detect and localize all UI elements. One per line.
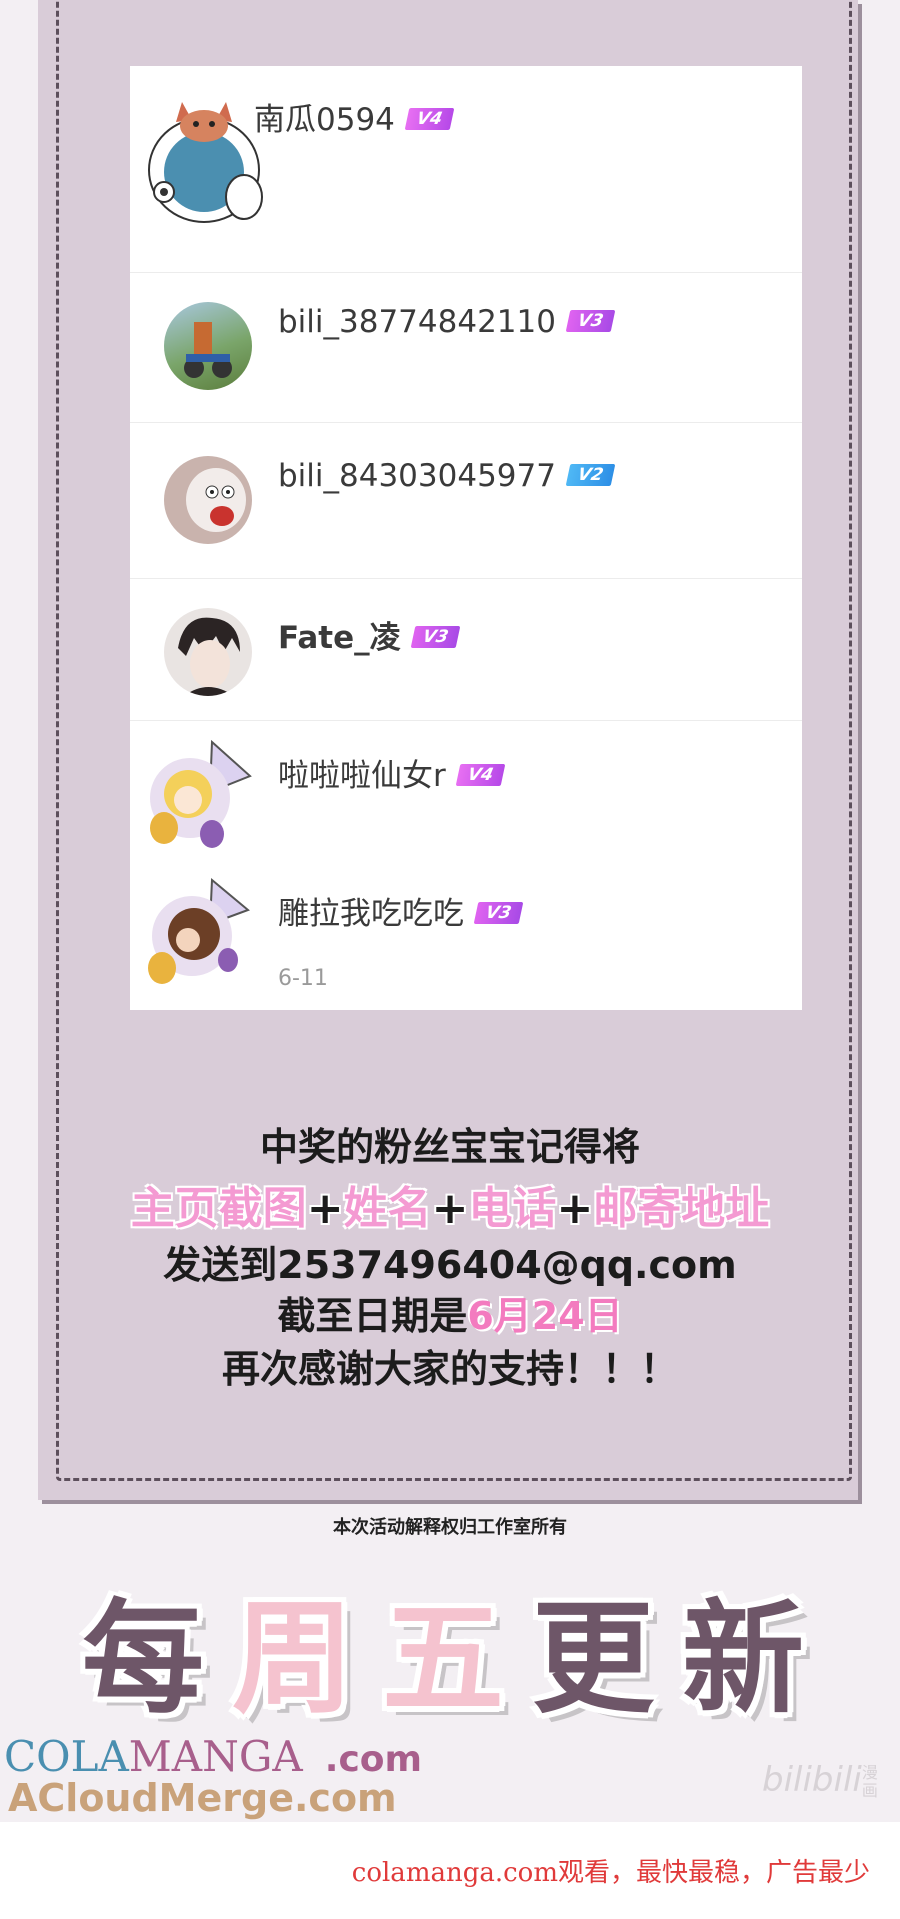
- level-badge: V4: [404, 107, 455, 130]
- plus-sign: +: [431, 1183, 469, 1234]
- level-badge: V3: [473, 901, 524, 924]
- winner-row[interactable]: bili_38774842110 V3: [130, 272, 802, 423]
- plus-sign: +: [556, 1183, 594, 1234]
- notice-line-4: 截至日期是6月24日: [0, 1285, 900, 1340]
- blonde-girl-avatar-icon: [140, 736, 252, 848]
- footer-bar: colamanga.com观看，最快最稳，广告最少: [0, 1822, 900, 1919]
- winner-name: 啦啦啦仙女r V4: [278, 750, 506, 795]
- winner-row[interactable]: 南瓜0594 V4: [130, 66, 802, 273]
- bilibili-logo: bilibili漫画: [762, 1760, 878, 1800]
- requirement-address: 邮寄地址: [593, 1183, 770, 1234]
- deadline-prefix: 截至日期是: [277, 1294, 468, 1338]
- weekly-update-banner: 每 周 五 更 新: [82, 1560, 842, 1730]
- footer-ad-text: colamanga.com观看，最快最稳，广告最少: [351, 1858, 870, 1888]
- winner-name: bili_38774842110 V3: [278, 304, 616, 340]
- winner-row[interactable]: bili_84303045977 V2: [130, 422, 802, 579]
- winner-row[interactable]: 雕拉我吃吃吃 V3 6-11: [130, 868, 802, 1010]
- level-badge: V4: [455, 763, 506, 786]
- notice-line-1: 中奖的粉丝宝宝记得将: [259, 1125, 640, 1169]
- cartoon-scene-avatar-icon: [164, 302, 252, 390]
- winner-list: 南瓜0594 V4 bili_38774842110 V3 bili_84303…: [130, 66, 802, 1010]
- winner-row[interactable]: 啦啦啦仙女r V4: [130, 720, 802, 868]
- screaming-sheep-avatar-icon: [164, 456, 252, 544]
- anime-boy-avatar-icon: [164, 608, 252, 696]
- deadline-date: 6月24日: [467, 1294, 623, 1338]
- winner-name: Fate_凌 V3: [278, 612, 460, 657]
- requirement-phone: 电话: [468, 1183, 557, 1234]
- banner-char: 周: [232, 1588, 354, 1730]
- chocolate-girl-avatar-icon: [140, 876, 250, 986]
- requirement-name: 姓名: [343, 1183, 432, 1234]
- notice-line-3: 发送到2537496404@qq.com: [163, 1243, 737, 1287]
- notice-line-5: 再次感谢大家的支持！！！: [221, 1347, 678, 1391]
- fox-cat-avatar-icon: [144, 92, 263, 223]
- winner-row[interactable]: Fate_凌 V3: [130, 578, 802, 721]
- banner-char: 新: [682, 1588, 804, 1730]
- rights-notice: 本次活动解释权归工作室所有: [333, 1517, 567, 1538]
- notice-line-2: 主页截图+姓名+电话+邮寄地址: [0, 1172, 900, 1236]
- level-badge: V3: [410, 625, 460, 648]
- comment-date: 6-11: [278, 966, 328, 991]
- banner-char: 每: [82, 1588, 204, 1730]
- banner-char: 五: [382, 1588, 504, 1730]
- colamanga-watermark: COLAMANGA .com: [4, 1732, 423, 1781]
- winner-name: 南瓜0594 V4: [254, 94, 455, 139]
- plus-sign: +: [306, 1183, 344, 1234]
- banner-char: 更: [532, 1588, 654, 1730]
- acloudmerge-watermark: ACloudMerge.com: [8, 1776, 397, 1820]
- level-badge: V3: [565, 309, 616, 332]
- winner-name: 雕拉我吃吃吃 V3: [278, 888, 524, 933]
- level-badge: V2: [565, 463, 616, 486]
- requirement-screenshot: 主页截图: [130, 1183, 307, 1234]
- winner-name: bili_84303045977 V2: [278, 458, 616, 494]
